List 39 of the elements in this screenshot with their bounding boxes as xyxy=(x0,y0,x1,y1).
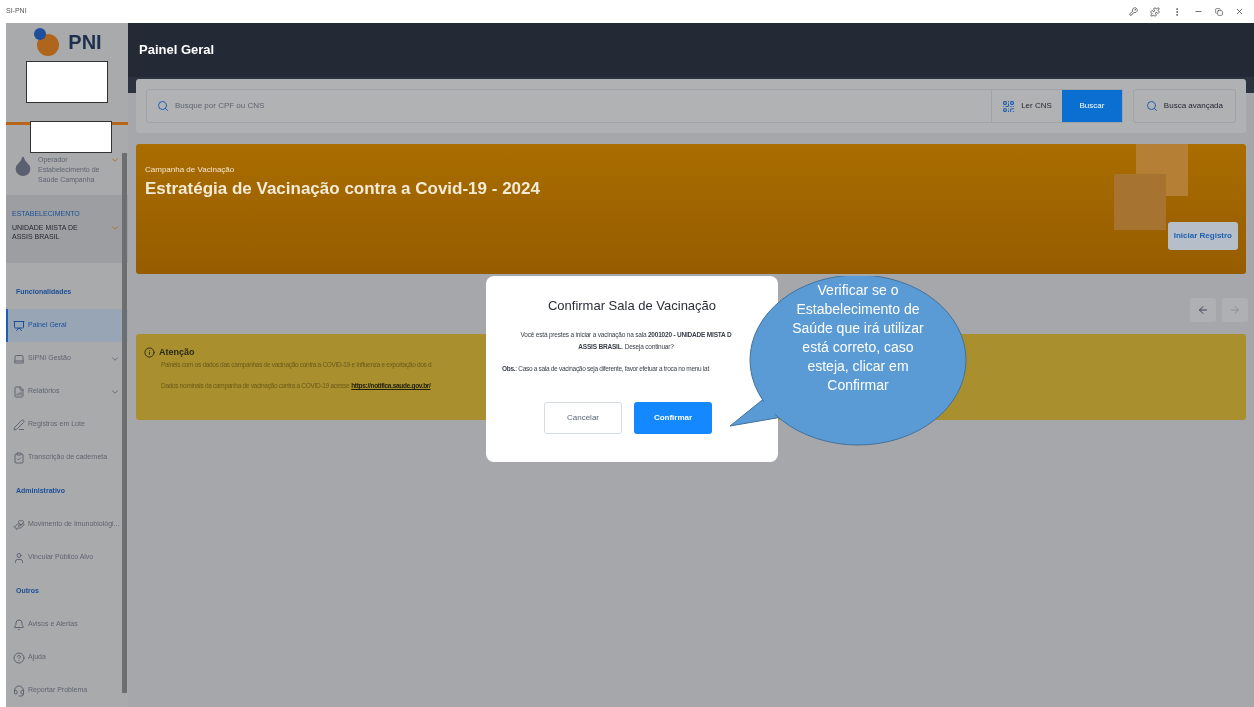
search-button[interactable]: Buscar xyxy=(1061,90,1122,122)
user-icon xyxy=(13,551,25,564)
search-icon xyxy=(1145,100,1158,112)
report-icon xyxy=(13,385,25,398)
headset-icon xyxy=(13,684,25,697)
page-title: Painel Geral xyxy=(139,41,215,60)
presentation-icon xyxy=(13,319,25,332)
restore-icon[interactable] xyxy=(1215,7,1223,16)
campaign-label: Campanha de Vacinação xyxy=(145,164,236,176)
arrow-right-icon xyxy=(1229,304,1241,316)
advanced-search-button[interactable]: Busca avançada xyxy=(1132,89,1236,123)
scrollbar[interactable] xyxy=(122,153,127,693)
help-icon xyxy=(13,651,25,664)
read-cns-button[interactable]: Ler CNS xyxy=(991,90,1062,122)
hand-icon xyxy=(13,518,25,531)
confirm-button[interactable]: Confirmar xyxy=(634,401,712,434)
chevron-icon[interactable] xyxy=(110,155,120,165)
clipboard-icon xyxy=(13,451,25,464)
decorative-square xyxy=(1114,174,1166,230)
search-input[interactable]: Busque por CPF ou CNS xyxy=(175,100,992,112)
puzzle-icon[interactable] xyxy=(1150,6,1160,17)
search-field[interactable]: Busque por CPF ou CNS Ler CNS Buscar xyxy=(146,89,1123,123)
alert-title: Atenção xyxy=(159,346,195,359)
back-button[interactable] xyxy=(1190,298,1216,322)
campaign-title: Estratégia de Vacinação contra a Covid-19 - 2024 xyxy=(145,178,541,200)
callout-text: Verificar se o Estabelecimento de Saúde que irá utilizar está correto, caso esteja, clicar em Confirmar xyxy=(791,281,925,395)
qr-code-icon xyxy=(1002,99,1016,113)
cancel-button[interactable]: Cancelar xyxy=(544,401,622,434)
dialog-title: Confirmar Sala de Vacinação xyxy=(547,297,717,315)
arrow-left-icon xyxy=(1197,304,1209,316)
close-icon[interactable] xyxy=(1235,7,1244,16)
bell-icon xyxy=(13,618,25,631)
search-icon xyxy=(157,100,169,112)
key-icon[interactable] xyxy=(1129,7,1138,16)
start-record-button[interactable]: Iniciar Registro xyxy=(1167,222,1238,250)
pen-icon xyxy=(13,418,25,431)
laptop-icon xyxy=(13,352,25,365)
logo-text: PNI xyxy=(68,30,102,55)
info-icon xyxy=(144,347,155,359)
